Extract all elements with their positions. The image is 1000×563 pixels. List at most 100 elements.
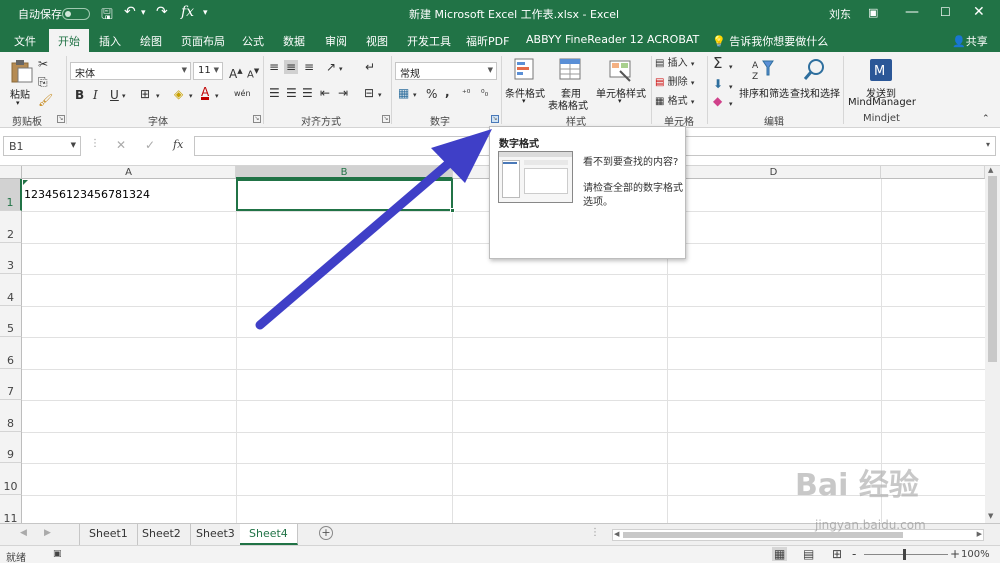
increase-indent-icon[interactable]: ⇥: [338, 86, 348, 100]
scroll-left-icon[interactable]: ◀: [614, 530, 619, 538]
tab-acrobat[interactable]: ACROBAT: [647, 33, 699, 46]
insert-function-icon[interactable]: fx: [173, 138, 183, 151]
accounting-format-icon[interactable]: ▦: [398, 86, 409, 100]
tab-formulas[interactable]: 公式: [242, 33, 264, 49]
minimize-icon[interactable]: —: [905, 4, 919, 20]
increase-decimal-icon[interactable]: ⁺⁰: [462, 87, 470, 101]
tab-data[interactable]: 数据: [283, 33, 305, 49]
alignment-launcher[interactable]: ↘: [382, 115, 390, 123]
format-cells-button[interactable]: ▦ 格式 ▾: [655, 95, 694, 109]
add-sheet-icon[interactable]: +: [319, 526, 333, 540]
conditional-format-icon[interactable]: [513, 57, 539, 83]
wrap-text-icon[interactable]: ↵: [365, 60, 375, 74]
tab-foxit-pdf[interactable]: 福昕PDF: [466, 33, 509, 49]
fx-icon[interactable]: fx: [181, 4, 194, 20]
ribbon-display-icon[interactable]: ▣: [868, 6, 878, 19]
row-header-8[interactable]: 8: [0, 400, 22, 432]
undo-icon[interactable]: ↶: [124, 4, 136, 20]
clear-dropdown-icon[interactable]: ▾: [729, 97, 733, 111]
zoom-slider[interactable]: [864, 554, 948, 555]
active-cell-b1[interactable]: [236, 179, 453, 211]
tab-page-layout[interactable]: 页面布局: [181, 33, 225, 49]
column-header-e[interactable]: [881, 166, 985, 179]
underline-dropdown-icon[interactable]: ▾: [122, 89, 126, 103]
find-select-icon[interactable]: [802, 57, 828, 83]
column-header-b[interactable]: B: [236, 166, 453, 179]
prev-sheet-icon[interactable]: ◀: [20, 528, 27, 538]
percent-button[interactable]: %: [426, 87, 437, 101]
tab-review[interactable]: 审阅: [325, 33, 347, 49]
find-select-button[interactable]: 查找和选择: [790, 85, 840, 100]
font-color-icon[interactable]: A: [201, 86, 210, 100]
fill-color-icon[interactable]: ◈: [174, 87, 183, 101]
insert-cells-button[interactable]: ▤ 插入 ▾: [655, 57, 694, 71]
shrink-font-icon[interactable]: A▼: [247, 64, 259, 82]
user-name[interactable]: 刘东: [829, 6, 851, 22]
tab-home[interactable]: 开始: [49, 29, 89, 52]
share-button[interactable]: 👤共享: [952, 33, 988, 49]
enter-icon[interactable]: ✓: [145, 138, 155, 152]
row-header-7[interactable]: 7: [0, 369, 22, 400]
orientation-icon[interactable]: ↗: [326, 60, 336, 74]
tab-abbyy[interactable]: ABBYY FineReader 12: [526, 33, 644, 46]
tab-file[interactable]: 文件: [14, 33, 36, 49]
orientation-dropdown-icon[interactable]: ▾: [339, 62, 343, 76]
bold-button[interactable]: B: [75, 88, 84, 102]
tab-view[interactable]: 视图: [366, 33, 388, 49]
format-as-table-button[interactable]: 表格格式: [548, 97, 588, 112]
normal-view-icon[interactable]: ▦: [772, 547, 788, 561]
page-layout-view-icon[interactable]: ▤: [803, 547, 814, 561]
paste-button[interactable]: 粘贴: [10, 86, 30, 101]
number-format-combo[interactable]: 常规 ▼: [395, 62, 497, 80]
row-header-3[interactable]: 3: [0, 243, 22, 274]
align-left-icon[interactable]: ☰: [269, 86, 280, 100]
paste-dropdown-icon[interactable]: ▾: [16, 99, 20, 107]
decrease-indent-icon[interactable]: ⇤: [320, 86, 330, 100]
redo-icon[interactable]: ↷: [156, 4, 168, 20]
send-to-mindmanager-button[interactable]: MindManager: [848, 97, 916, 108]
autosum-icon[interactable]: Σ: [713, 56, 722, 71]
align-middle-icon[interactable]: ≡: [284, 60, 299, 74]
fill-handle[interactable]: [450, 208, 455, 213]
row-header-1[interactable]: 1: [0, 179, 22, 211]
zoom-out-button[interactable]: -: [852, 547, 856, 561]
zoom-in-button[interactable]: +: [950, 547, 960, 561]
fill-color-dropdown-icon[interactable]: ▾: [189, 89, 193, 103]
row-header-5[interactable]: 5: [0, 306, 22, 337]
autosave-toggle[interactable]: [62, 8, 90, 20]
decrease-decimal-icon[interactable]: ⁰₀: [481, 87, 488, 101]
format-painter-icon[interactable]: 🖌: [38, 93, 53, 107]
delete-cells-button[interactable]: ▤ 删除 ▾: [655, 76, 694, 90]
name-box[interactable]: B1 ▼: [3, 136, 81, 156]
phonetic-icon[interactable]: wén: [234, 87, 251, 101]
font-name-combo[interactable]: 宋体 ▼: [70, 62, 191, 80]
align-bottom-icon[interactable]: ≡: [304, 60, 314, 74]
merge-center-icon[interactable]: ⊟: [364, 86, 374, 100]
close-icon[interactable]: ✕: [973, 4, 985, 20]
undo-dropdown-icon[interactable]: ▾: [141, 8, 146, 18]
comma-button[interactable]: ,: [445, 85, 450, 99]
borders-icon[interactable]: ⊞: [140, 87, 150, 101]
customize-qat-icon[interactable]: ▾: [203, 8, 208, 18]
font-size-combo[interactable]: 11 ▼: [193, 62, 223, 80]
font-color-dropdown-icon[interactable]: ▾: [215, 89, 219, 103]
align-top-icon[interactable]: ≡: [269, 60, 279, 74]
italic-button[interactable]: I: [93, 88, 98, 102]
column-header-a[interactable]: A: [22, 166, 236, 179]
vertical-scroll-thumb[interactable]: [988, 176, 997, 362]
row-header-9[interactable]: 9: [0, 432, 22, 463]
conditional-dropdown-icon[interactable]: ▾: [522, 97, 526, 105]
sort-filter-button[interactable]: 排序和筛选: [739, 85, 789, 100]
tab-insert[interactable]: 插入: [99, 33, 121, 49]
fill-dropdown-icon[interactable]: ▾: [729, 80, 733, 94]
row-header-2[interactable]: 2: [0, 211, 22, 243]
sheet-tab-1[interactable]: Sheet1: [79, 524, 138, 545]
next-sheet-icon[interactable]: ▶: [44, 528, 51, 538]
scroll-up-icon[interactable]: ▲: [988, 166, 993, 174]
copy-icon[interactable]: ⎘: [38, 75, 48, 89]
underline-button[interactable]: U: [110, 88, 119, 102]
number-format-launcher[interactable]: ↘: [491, 115, 499, 123]
clear-icon[interactable]: ◆: [713, 94, 722, 108]
merge-dropdown-icon[interactable]: ▾: [378, 88, 382, 102]
page-break-view-icon[interactable]: ⊞: [832, 547, 842, 561]
